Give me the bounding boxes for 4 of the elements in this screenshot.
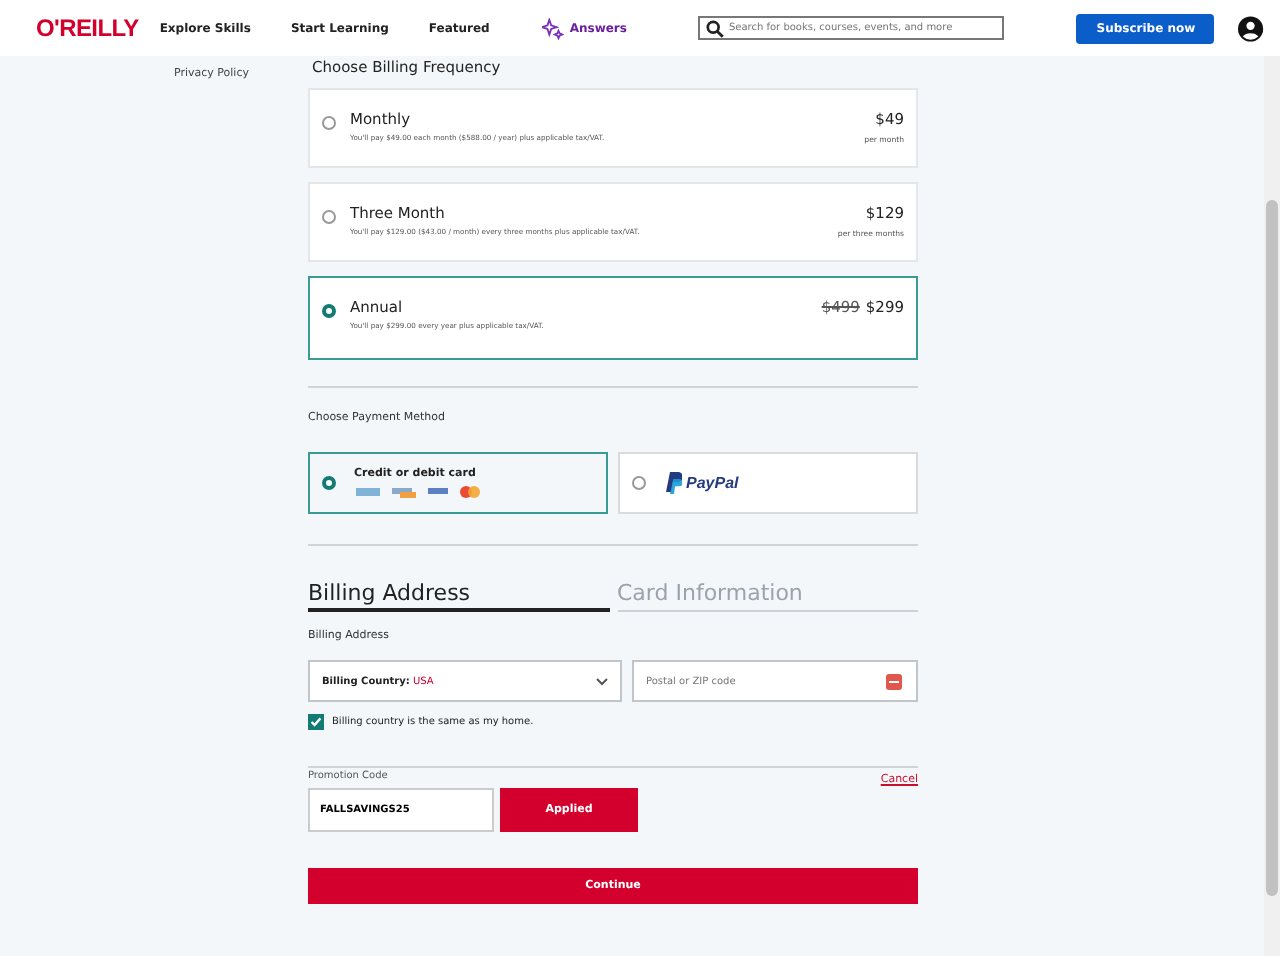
payment-option[interactable]: PayPal bbox=[618, 452, 918, 514]
tab[interactable]: Billing Address bbox=[308, 580, 609, 612]
paypal-logo: PayPal bbox=[686, 474, 739, 492]
logo[interactable]: O'REILLY bbox=[36, 14, 160, 42]
